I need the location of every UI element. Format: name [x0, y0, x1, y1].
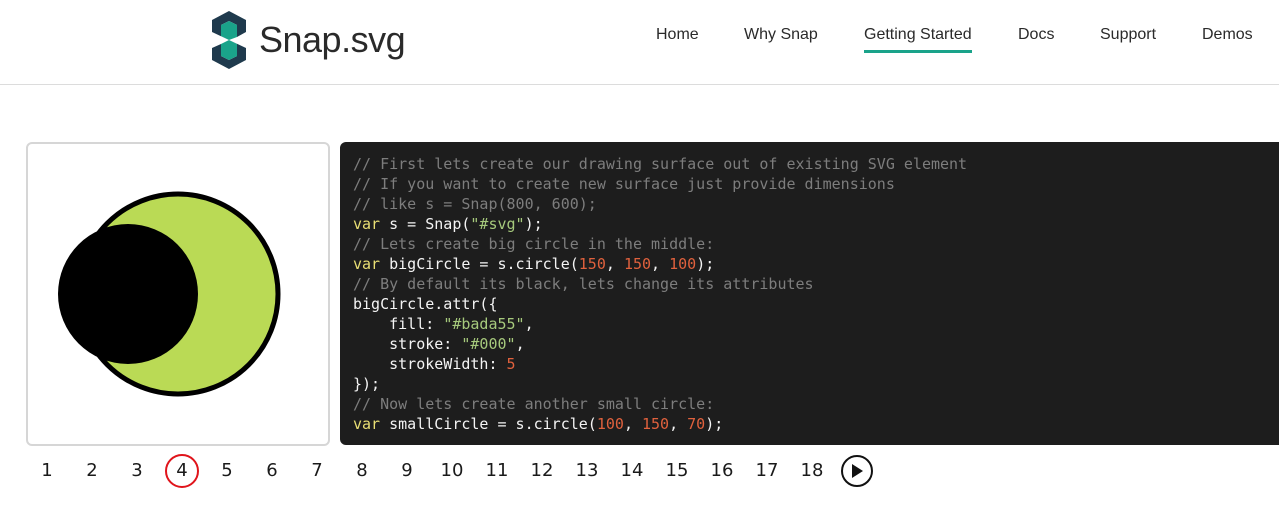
- page-2[interactable]: 2: [75, 454, 109, 488]
- page-10[interactable]: 10: [435, 454, 469, 488]
- main-nav: Home Why Snap Getting Started Docs Suppo…: [0, 24, 1279, 54]
- page-13[interactable]: 13: [570, 454, 604, 488]
- demo-canvas: [26, 142, 330, 446]
- nav-why-snap[interactable]: Why Snap: [744, 24, 818, 50]
- code-token: bigCircle.attr({: [353, 295, 498, 313]
- page-5[interactable]: 5: [210, 454, 244, 488]
- page-11[interactable]: 11: [480, 454, 514, 488]
- code-token: strokeWidth:: [353, 355, 507, 373]
- code-token: 70: [687, 415, 706, 433]
- nav-getting-started[interactable]: Getting Started: [864, 24, 972, 53]
- code-token: 100: [669, 255, 697, 273]
- code-token: var: [353, 415, 381, 433]
- nav-support[interactable]: Support: [1100, 24, 1156, 50]
- code-line: // If you want to create new surface jus…: [353, 174, 1279, 194]
- code-line: fill: "#bada55",: [353, 314, 1279, 334]
- code-token: stroke:: [353, 335, 462, 353]
- small-circle: [58, 224, 198, 364]
- code-line: stroke: "#000",: [353, 334, 1279, 354]
- code-token: );: [696, 255, 715, 273]
- code-token: );: [705, 415, 724, 433]
- code-line: // like s = Snap(800, 600);: [353, 194, 1279, 214]
- code-line: });: [353, 374, 1279, 394]
- code-panel: // First lets create our drawing surface…: [340, 142, 1279, 445]
- nav-docs[interactable]: Docs: [1018, 24, 1054, 50]
- code-token: // By default its black, lets change its…: [353, 275, 814, 293]
- code-token: // First lets create our drawing surface…: [353, 155, 968, 173]
- code-token: var: [353, 255, 381, 273]
- page-17[interactable]: 17: [750, 454, 784, 488]
- code-token: var: [353, 215, 381, 233]
- code-line: strokeWidth: 5: [353, 354, 1279, 374]
- code-token: // If you want to create new surface jus…: [353, 175, 895, 193]
- site-header: Snap.svg Home Why Snap Getting Started D…: [0, 0, 1279, 85]
- code-token: s = Snap(: [380, 215, 471, 233]
- code-line: var smallCircle = s.circle(100, 150, 70)…: [353, 414, 1279, 434]
- code-token: ,: [651, 255, 670, 273]
- code-line: var s = Snap("#svg");: [353, 214, 1279, 234]
- code-token: fill:: [353, 315, 444, 333]
- code-line: var bigCircle = s.circle(150, 150, 100);: [353, 254, 1279, 274]
- page-8[interactable]: 8: [345, 454, 379, 488]
- page-16[interactable]: 16: [705, 454, 739, 488]
- code-token: ,: [605, 255, 624, 273]
- demo-svg: [58, 191, 281, 397]
- page-1[interactable]: 1: [30, 454, 64, 488]
- code-token: // like s = Snap(800, 600);: [353, 195, 597, 213]
- page-15[interactable]: 15: [660, 454, 694, 488]
- play-button[interactable]: [841, 455, 873, 487]
- code-line: bigCircle.attr({: [353, 294, 1279, 314]
- code-line: // Now lets create another small circle:: [353, 394, 1279, 414]
- code-token: ,: [524, 315, 534, 333]
- code-token: ,: [669, 415, 688, 433]
- code-token: 100: [596, 415, 624, 433]
- code-token: 5: [506, 355, 516, 373]
- code-line: // First lets create our drawing surface…: [353, 154, 1279, 174]
- nav-demos[interactable]: Demos: [1202, 24, 1253, 50]
- play-icon: [852, 464, 863, 478]
- code-line: // By default its black, lets change its…: [353, 274, 1279, 294]
- nav-home[interactable]: Home: [656, 24, 699, 50]
- page-12[interactable]: 12: [525, 454, 559, 488]
- code-token: bigCircle = s.circle(: [380, 255, 579, 273]
- code-token: 150: [623, 255, 652, 273]
- page-9[interactable]: 9: [390, 454, 424, 488]
- code-token: 150: [642, 415, 670, 433]
- code-token: smallCircle = s.circle(: [380, 415, 597, 433]
- page-7[interactable]: 7: [300, 454, 334, 488]
- code-token: // Now lets create another small circle:: [353, 395, 715, 413]
- code-token: // Lets create big circle in the middle:: [353, 235, 715, 253]
- code-token: ,: [515, 335, 525, 353]
- code-token: });: [353, 375, 381, 393]
- code-token: ,: [623, 415, 642, 433]
- code-line: // Lets create big circle in the middle:: [353, 234, 1279, 254]
- page-4[interactable]: 4: [165, 454, 199, 488]
- page-18[interactable]: 18: [795, 454, 829, 488]
- code-token: );: [524, 215, 543, 233]
- code-token: "#svg": [470, 215, 525, 233]
- code-token: "#bada55": [443, 315, 525, 333]
- page-3[interactable]: 3: [120, 454, 154, 488]
- page-6[interactable]: 6: [255, 454, 289, 488]
- step-pager: 1 2 3 4 5 6 7 8 9 10 11 12 13 14 15 16 17 18: [0, 454, 1279, 490]
- code-token: "#000": [461, 335, 516, 353]
- page-14[interactable]: 14: [615, 454, 649, 488]
- code-token: 150: [578, 255, 606, 273]
